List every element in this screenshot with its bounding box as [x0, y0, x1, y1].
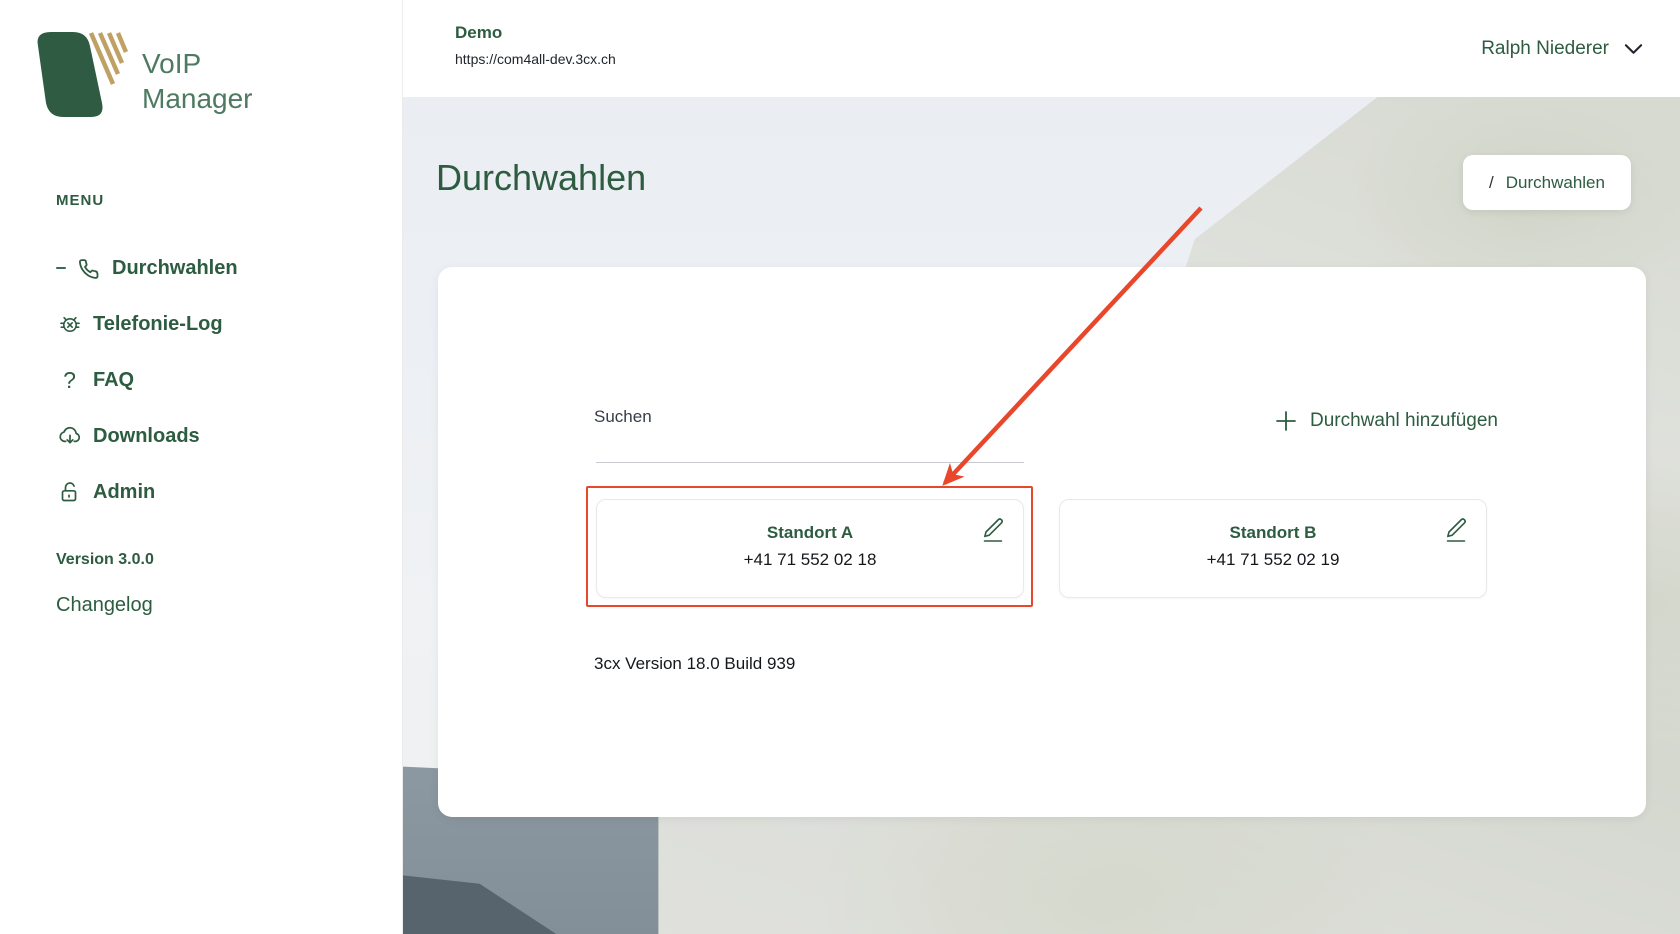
changelog-link[interactable]: Changelog	[56, 594, 153, 617]
user-menu[interactable]: Ralph Niederer	[1481, 0, 1643, 97]
location-name: Standort B	[1060, 523, 1486, 543]
top-header: Demo https://com4all-dev.3cx.ch Ralph Ni…	[403, 0, 1680, 97]
sidebar-item-admin[interactable]: Admin	[0, 464, 402, 520]
page-title: Durchwahlen	[436, 157, 646, 199]
pencil-icon	[979, 513, 1009, 545]
breadcrumb[interactable]: / Durchwahlen	[1463, 155, 1631, 210]
question-icon: ?	[56, 367, 83, 394]
tenant-name: Demo	[455, 23, 616, 43]
location-phone: +41 71 552 02 18	[597, 550, 1023, 570]
sidebar-item-downloads[interactable]: Downloads	[0, 408, 402, 464]
sidebar-item-telefonie-log[interactable]: Telefonie-Log	[0, 296, 402, 352]
sidebar-item-durchwahlen[interactable]: Durchwahlen	[0, 240, 402, 296]
search-input[interactable]	[594, 397, 1022, 437]
plus-icon	[1275, 410, 1297, 432]
add-durchwahl-button[interactable]: Durchwahl hinzufügen	[1275, 410, 1498, 432]
sidebar-item-faq[interactable]: ? FAQ	[0, 352, 402, 408]
main-content: Durchwahlen / Durchwahlen Durchwahl hinz…	[403, 97, 1680, 934]
lock-open-icon	[56, 479, 83, 506]
phone-icon	[75, 255, 102, 282]
bug-icon	[56, 311, 83, 338]
location-card-standort-a[interactable]: Standort A +41 71 552 02 18	[596, 499, 1024, 598]
breadcrumb-separator: /	[1489, 173, 1494, 193]
location-list: Standort A +41 71 552 02 18 Standort B +…	[596, 499, 1487, 598]
menu-section-label: MENU	[56, 192, 104, 209]
location-name: Standort A	[597, 523, 1023, 543]
app-version: Version 3.0.0	[56, 551, 154, 569]
location-phone: +41 71 552 02 19	[1060, 550, 1486, 570]
sidebar-nav: Durchwahlen Telefonie-Log ? FAQ	[0, 240, 402, 520]
app-logo[interactable]: VoIP Manager	[35, 32, 253, 120]
sidebar: VoIP Manager MENU Durchwahlen	[0, 0, 403, 934]
breadcrumb-current[interactable]: Durchwahlen	[1506, 173, 1605, 193]
cloud-download-icon	[56, 423, 83, 450]
app-title: VoIP Manager	[142, 46, 253, 116]
durchwahlen-panel: Durchwahl hinzufügen Standort A +41 71 5…	[438, 267, 1646, 817]
user-name: Ralph Niederer	[1481, 38, 1609, 60]
location-card-standort-b[interactable]: Standort B +41 71 552 02 19	[1059, 499, 1487, 598]
tenant-info: Demo https://com4all-dev.3cx.ch	[455, 23, 616, 67]
search-underline	[596, 462, 1024, 463]
pencil-icon	[1442, 513, 1472, 545]
voip-manager-logo-icon	[35, 32, 130, 120]
system-version-note: 3cx Version 18.0 Build 939	[594, 654, 795, 674]
edit-button[interactable]	[1440, 512, 1474, 548]
chevron-down-icon	[1624, 43, 1643, 55]
edit-button[interactable]	[977, 512, 1011, 548]
tenant-url: https://com4all-dev.3cx.ch	[455, 51, 616, 67]
active-indicator	[56, 267, 66, 270]
